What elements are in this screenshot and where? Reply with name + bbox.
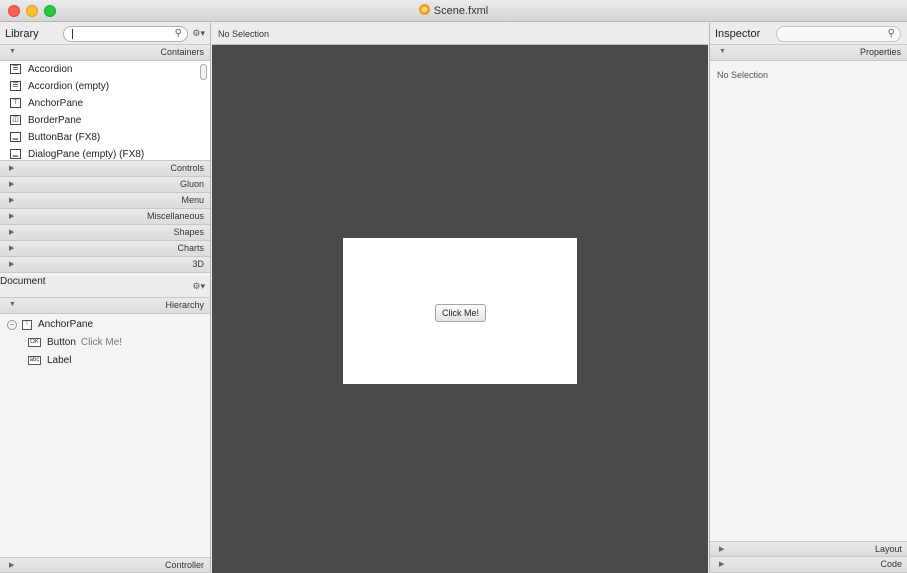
section-containers[interactable]: ▼ Containers [0,45,210,61]
section-label: Controller [164,560,204,570]
section-charts[interactable]: ▶ Charts [0,241,210,257]
collapsed-triangle-icon: ▶ [9,213,15,220]
list-item-label: AnchorPane [28,98,84,109]
list-item-borderpane[interactable]: ◫ BorderPane [0,112,210,129]
collapse-toggle-icon[interactable]: − [7,320,17,330]
expanded-triangle-icon: ▼ [719,48,726,55]
list-item-accordion-empty[interactable]: ☰ Accordion (empty) [0,78,210,95]
list-item-label: DialogPane (empty) (FX8) [28,149,145,160]
section-label: Miscellaneous [146,211,204,221]
tree-node-label[interactable]: abc Label [28,354,208,370]
section-label: Containers [160,47,204,57]
search-icon: ⚲ [174,28,182,39]
label-icon: abc [28,356,41,365]
border-pane-icon: ◫ [10,115,21,125]
section-label: Gluon [179,179,204,189]
section-miscellaneous[interactable]: ▶ Miscellaneous [0,209,210,225]
list-item-accordion[interactable]: ☰ Accordion [0,61,210,78]
expanded-triangle-icon: ▼ [9,48,16,55]
collapsed-triangle-icon: ▶ [9,197,15,204]
section-label: Controls [170,163,204,173]
expanded-triangle-icon: ▼ [9,301,16,308]
selection-status: No Selection [218,29,270,39]
section-hierarchy[interactable]: ▼ Hierarchy [0,298,210,314]
collapsed-triangle-icon: ▶ [719,546,725,553]
document-header: Document ⚙▾ [0,276,210,298]
anchor-pane-icon: ⊤ [10,98,21,108]
section-menu[interactable]: ▶ Menu [0,193,210,209]
button-icon: OK [28,338,41,347]
accordion-icon: ☰ [10,64,21,74]
section-label: Menu [181,195,204,205]
section-label: Charts [177,243,204,253]
controller-section-wrap: ▶ Controller [0,557,210,573]
inspector-bottom-sections: ▶ Layout ▶ Code [710,541,907,573]
window-titlebar: Scene.fxml [0,0,907,22]
list-item-label: Accordion [28,64,73,75]
tree-node-button[interactable]: OK Button Click Me! [28,336,208,352]
document-title: Document [0,276,46,287]
inspector-empty-text: No Selection [717,70,769,80]
inspector-panel: Inspector ⚲ ▼ Properties No Selection ▶ … [709,23,907,573]
section-code[interactable]: ▶ Code [710,557,907,573]
library-search-input[interactable]: ⚲ [63,26,188,42]
list-item-buttonbar[interactable]: ▁ ButtonBar (FX8) [0,129,210,146]
library-title: Library [5,28,39,40]
collapsed-triangle-icon: ▶ [9,181,15,188]
dialog-pane-icon: ▁ [10,149,21,159]
tree-node-text: Click Me! [80,337,123,348]
section-label: Properties [859,47,901,57]
tree-node-anchorpane[interactable]: − ⊤ AnchorPane [7,318,207,334]
content-canvas[interactable]: No Selection Click Me! [212,23,708,573]
list-item-dialogpane[interactable]: ▁ DialogPane (empty) (FX8) [0,146,210,160]
section-controller[interactable]: ▶ Controller [0,557,210,573]
collapsed-triangle-icon: ▶ [9,229,15,236]
section-label: Shapes [173,227,204,237]
section-controls[interactable]: ▶ Controls [0,161,210,177]
library-header: Library ⚲ ⚙▾ [0,23,210,45]
text-cursor [72,29,73,39]
inspector-title: Inspector [715,28,761,40]
selection-bar: No Selection [212,23,708,45]
section-label: Layout [874,544,902,554]
inspector-header: Inspector ⚲ [710,23,907,45]
section-shapes[interactable]: ▶ Shapes [0,225,210,241]
accordion-icon: ☰ [10,81,21,91]
list-item-anchorpane[interactable]: ⊤ AnchorPane [0,95,210,112]
collapsed-triangle-icon: ▶ [9,562,15,569]
section-label: 3D [192,259,204,269]
gear-menu-icon[interactable]: ⚙▾ [192,28,205,39]
section-label: Code [880,559,902,569]
tree-node-type: Button [47,337,76,348]
left-panel: Library ⚲ ⚙▾ ▼ Containers ☰ Accordion ☰ … [0,23,211,573]
tree-node-label: Button Click Me! [47,337,122,348]
section-label: Hierarchy [165,300,204,310]
search-icon: ⚲ [887,28,895,39]
section-properties[interactable]: ▼ Properties [710,45,907,61]
list-item-label: BorderPane [28,115,82,126]
list-item-label: Accordion (empty) [28,81,110,92]
tree-node-label-text: Label [47,355,72,366]
section-gluon[interactable]: ▶ Gluon [0,177,210,193]
section-layout[interactable]: ▶ Layout [710,541,907,557]
button-bar-icon: ▁ [10,132,21,142]
collapsed-triangle-icon: ▶ [9,261,15,268]
collapsed-triangle-icon: ▶ [9,165,15,172]
window-title: Scene.fxml [0,4,907,17]
collapsed-triangle-icon: ▶ [719,561,725,568]
click-me-button[interactable]: Click Me! [435,304,486,322]
collapsed-triangle-icon: ▶ [9,245,15,252]
window-title-text: Scene.fxml [433,5,489,17]
gear-menu-icon[interactable]: ⚙▾ [192,281,205,292]
inspector-search-input[interactable]: ⚲ [776,26,901,42]
section-3d[interactable]: ▶ 3D [0,257,210,273]
containers-list: ☰ Accordion ☰ Accordion (empty) ⊤ Anchor… [0,61,210,161]
fxml-file-icon [418,4,430,15]
hierarchy-tree: − ⊤ AnchorPane OK Button Click Me! abc La… [0,314,210,514]
anchorpane-scene[interactable]: Click Me! [343,238,577,384]
list-item-label: ButtonBar (FX8) [28,132,101,143]
list-scrollbar[interactable] [200,64,207,80]
anchor-pane-icon: ⊤ [22,320,32,330]
tree-node-label: AnchorPane [38,319,94,330]
